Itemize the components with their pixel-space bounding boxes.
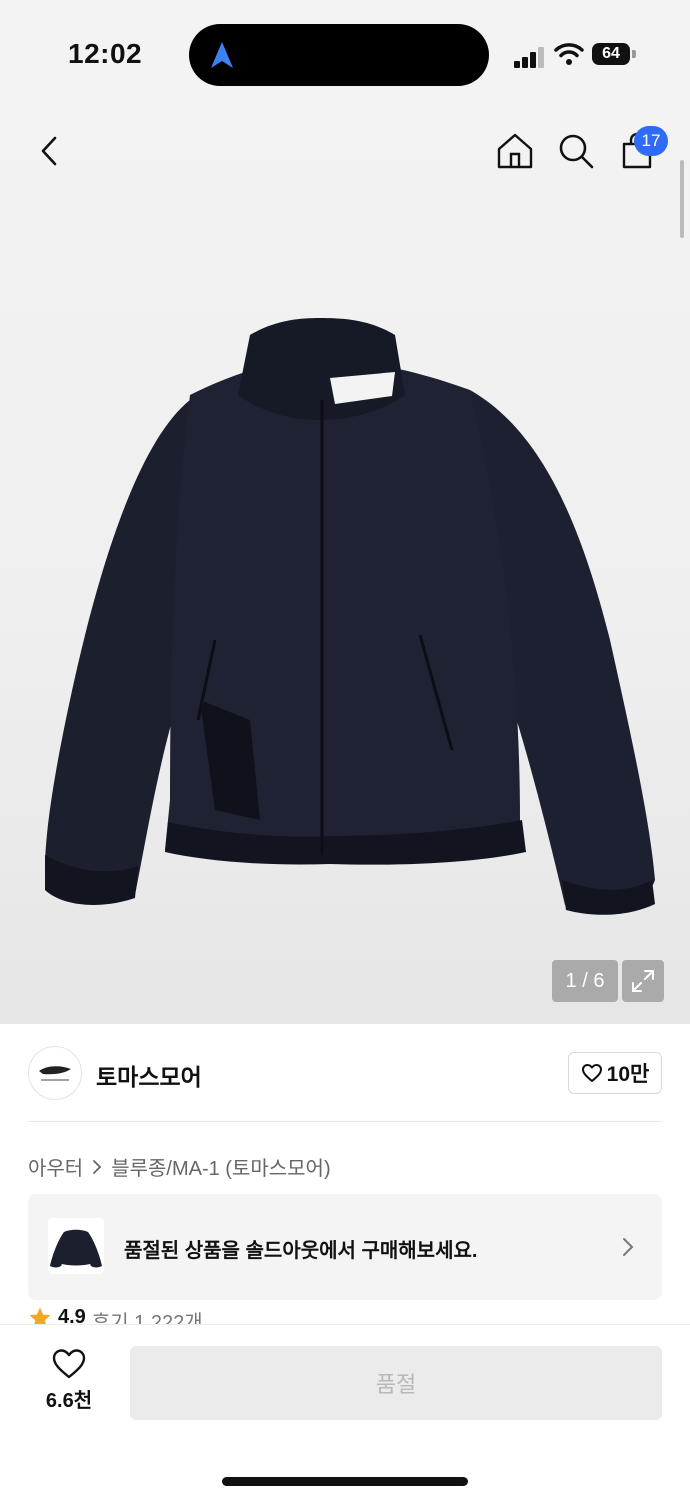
battery-cap xyxy=(632,50,636,58)
brand-like-count: 10만 xyxy=(606,1063,650,1086)
expand-image-button[interactable] xyxy=(622,960,664,1002)
cart-count-badge: 17 xyxy=(634,126,668,156)
soldout-banner-text: 품절된 상품을 솔드아웃에서 구매해보세요. xyxy=(124,1240,478,1262)
home-icon xyxy=(497,133,533,169)
breadcrumb-subcategory[interactable]: 블루종/MA-1 (토마스모어) xyxy=(111,1152,330,1181)
chevron-right-icon xyxy=(623,1238,634,1256)
divider xyxy=(28,1121,662,1122)
breadcrumb-category[interactable]: 아우터 xyxy=(28,1152,83,1181)
product-photo-jacket xyxy=(45,318,655,915)
brand-logo-icon xyxy=(39,1066,71,1081)
home-indicator[interactable] xyxy=(222,1477,468,1486)
back-button[interactable] xyxy=(26,128,72,174)
heart-icon xyxy=(52,1349,86,1379)
soldout-banner[interactable]: 품절된 상품을 솔드아웃에서 구매해보세요. xyxy=(28,1194,662,1300)
expand-icon xyxy=(632,970,654,992)
brand-logo[interactable] xyxy=(28,1046,82,1100)
breadcrumb: 아우터 블루종/MA-1 (토마스모어) xyxy=(28,1152,331,1181)
product-image-gallery[interactable] xyxy=(0,110,690,1024)
cellular-signal-icon xyxy=(514,46,546,68)
image-counter: 1 / 6 xyxy=(552,960,618,1002)
heart-icon xyxy=(581,1064,602,1082)
battery-icon: 64 xyxy=(592,43,630,65)
status-time: 12:02 xyxy=(68,38,143,69)
navigation-arrow-icon xyxy=(211,42,233,68)
banner-product-thumbnail xyxy=(48,1218,104,1274)
chevron-left-icon xyxy=(41,136,57,166)
scroll-indicator xyxy=(680,160,684,238)
wishlist-button[interactable]: 6.6천 xyxy=(38,1348,100,1418)
buy-button[interactable]: 품절 xyxy=(130,1346,662,1420)
brand-name[interactable]: 토마스모어 xyxy=(96,1058,202,1092)
wifi-icon xyxy=(554,43,584,65)
search-icon xyxy=(559,134,594,169)
chevron-right-icon xyxy=(93,1159,102,1174)
wishlist-count: 6.6천 xyxy=(45,1390,93,1412)
home-button[interactable] xyxy=(492,128,538,174)
search-button[interactable] xyxy=(553,128,599,174)
brand-like-button[interactable]: 10만 xyxy=(568,1052,662,1094)
status-bar: 12:02 64 xyxy=(0,0,690,110)
